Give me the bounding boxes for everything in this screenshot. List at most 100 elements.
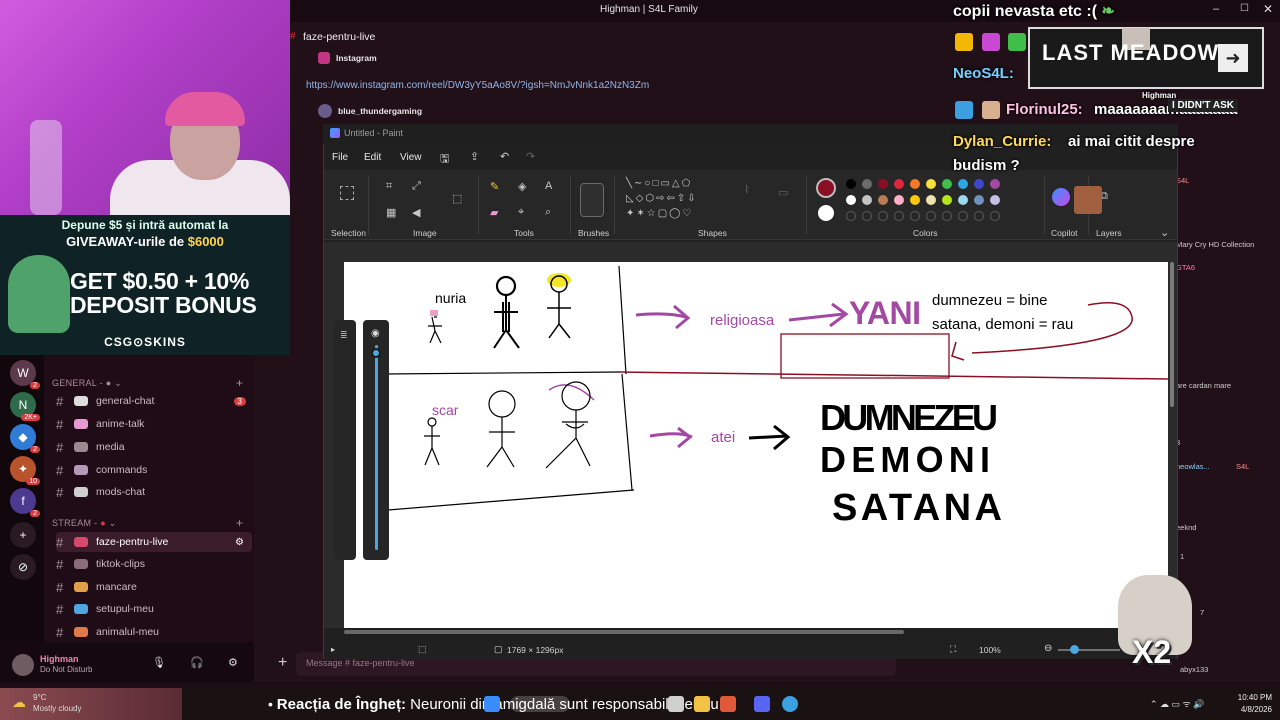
image-select-icon[interactable]: ▦ — [386, 206, 396, 219]
brush-opacity-slider[interactable] — [334, 320, 356, 560]
discord-icon[interactable] — [754, 696, 770, 712]
add-server-icon[interactable]: + — [10, 522, 36, 548]
palette-swatch[interactable] — [878, 179, 888, 189]
channel-commands[interactable]: # commands — [56, 460, 252, 480]
custom-color-slot[interactable] — [958, 211, 968, 221]
settings-gear-icon[interactable]: ⚙ — [235, 537, 244, 548]
custom-color-slot[interactable] — [926, 211, 936, 221]
channel-mancare[interactable]: # mancare — [56, 577, 252, 597]
shapes-gallery[interactable]: ╲∼○□▭△⬠ — [626, 178, 692, 189]
maximize-button[interactable]: ☐ — [1240, 3, 1249, 14]
palette-swatch[interactable] — [910, 179, 920, 189]
primary-color[interactable] — [816, 178, 836, 198]
copilot-icon[interactable] — [1052, 188, 1070, 206]
server-icon[interactable]: N 2K+ — [10, 392, 40, 421]
redo-icon[interactable]: ↷ — [526, 150, 535, 163]
message-author[interactable]: blue_thundergaming — [338, 106, 422, 116]
server-icon[interactable]: f2 — [10, 488, 40, 517]
task-view-icon[interactable] — [668, 696, 684, 712]
channel-animalul-meu[interactable]: # animalul-meu — [56, 622, 252, 642]
palette-swatch[interactable] — [862, 179, 872, 189]
custom-color-slot[interactable] — [878, 211, 888, 221]
clock-time[interactable]: 10:40 PM — [1232, 693, 1272, 702]
user-settings-gear-icon[interactable]: ⚙ — [228, 656, 238, 669]
category-stream[interactable]: STREAM - ● ⌄ — [52, 518, 117, 529]
channel-general-chat[interactable]: # general-chat 3 — [56, 391, 252, 411]
share-icon[interactable]: ⇪ — [470, 150, 479, 163]
menu-edit[interactable]: Edit — [364, 152, 381, 163]
channel-anime-talk[interactable]: # anime-talk — [56, 414, 252, 434]
tray-icons[interactable]: ⌃ ☁ ▭ ᯤ 🔊 — [1150, 697, 1204, 710]
add-channel-icon[interactable]: + — [236, 376, 243, 390]
brave-icon[interactable] — [720, 696, 736, 712]
palette-swatch[interactable] — [942, 195, 952, 205]
selection-icon[interactable] — [340, 186, 354, 200]
fill-style-icon[interactable]: ▭ — [778, 186, 788, 199]
brush-size-track[interactable] — [375, 345, 378, 550]
shapes-gallery-row3[interactable]: ✦✶☆▢◯♡ — [626, 208, 693, 219]
avatar[interactable] — [12, 654, 34, 676]
eraser-icon[interactable]: ▰ — [490, 206, 498, 219]
menu-view[interactable]: View — [400, 152, 422, 163]
zoom-slider-knob[interactable] — [1070, 645, 1079, 654]
clock-date[interactable]: 4/8/2026 — [1232, 705, 1272, 714]
channel-tiktok-clips[interactable]: # tiktok-clips — [56, 554, 252, 574]
custom-color-slot[interactable] — [942, 211, 952, 221]
resize-icon[interactable]: ⤢ — [412, 180, 421, 193]
secondary-color[interactable] — [818, 205, 834, 221]
minimize-button[interactable]: – — [1213, 3, 1219, 15]
save-icon[interactable]: 🖫 — [440, 150, 449, 169]
custom-color-slot[interactable] — [846, 211, 856, 221]
channel-faze-pentru-live[interactable]: # faze-pentru-live ⚙ — [56, 532, 252, 552]
palette-swatch[interactable] — [926, 179, 936, 189]
rotate-icon[interactable]: ◀ — [412, 206, 420, 219]
ribbon-collapse-icon[interactable]: ⌄ — [1160, 226, 1169, 239]
attach-plus-icon[interactable]: + — [278, 654, 287, 672]
menu-file[interactable]: File — [332, 152, 348, 163]
palette-swatch[interactable] — [862, 195, 872, 205]
category-general[interactable]: GENERAL - ● ⌄ — [52, 378, 122, 389]
channel-setupul-meu[interactable]: # setupul-meu — [56, 599, 252, 619]
palette-swatch[interactable] — [894, 195, 904, 205]
palette-swatch[interactable] — [894, 179, 904, 189]
custom-color-slot[interactable] — [974, 211, 984, 221]
zoom-slider[interactable] — [1058, 649, 1120, 651]
server-icon[interactable]: ◆ 2 — [10, 424, 40, 453]
message-link[interactable]: https://www.instagram.com/reel/DW3yY5aAo… — [306, 80, 649, 91]
avatar[interactable] — [318, 104, 332, 118]
undo-icon[interactable]: ↶ — [500, 150, 509, 163]
outline-icon[interactable]: ⌇ — [744, 183, 749, 196]
palette-swatch[interactable] — [990, 195, 1000, 205]
zoom-out-icon[interactable]: ⊖ — [1044, 643, 1052, 654]
add-channel-icon[interactable]: + — [236, 516, 243, 530]
zoom-level[interactable]: 100% — [979, 645, 1001, 655]
close-button[interactable]: ✕ — [1263, 2, 1273, 16]
weather-widget[interactable] — [0, 688, 182, 720]
palette-swatch[interactable] — [958, 195, 968, 205]
palette-swatch[interactable] — [878, 195, 888, 205]
windows-start-icon[interactable] — [484, 696, 500, 712]
drawing-canvas[interactable]: nuria scar religioasa YANI dumnezeu = bi… — [344, 262, 1168, 628]
custom-color-slot[interactable] — [862, 211, 872, 221]
microphone-icon[interactable]: 🎙 — [152, 656, 166, 669]
palette-swatch[interactable] — [974, 179, 984, 189]
palette-swatch[interactable] — [926, 195, 936, 205]
fill-icon[interactable]: ◈ — [518, 180, 526, 193]
text-icon[interactable]: A — [545, 180, 552, 192]
server-icon[interactable]: W2 — [10, 360, 40, 389]
palette-swatch[interactable] — [990, 179, 1000, 189]
palette-swatch[interactable] — [846, 195, 856, 205]
headphones-icon[interactable]: 🎧 — [190, 656, 204, 669]
vertical-scrollbar[interactable] — [1170, 262, 1174, 407]
server-icon[interactable]: ✦ 10 — [10, 456, 40, 485]
palette-swatch[interactable] — [942, 179, 952, 189]
magnifier-icon[interactable]: ⌕ — [545, 206, 551, 219]
color-picker-icon[interactable]: ⌖ — [518, 206, 524, 219]
app-icon[interactable] — [782, 696, 798, 712]
palette-swatch[interactable] — [974, 195, 984, 205]
channel-media[interactable]: # media — [56, 437, 252, 457]
palette-swatch[interactable] — [846, 179, 856, 189]
palette-swatch[interactable] — [958, 179, 968, 189]
shapes-gallery-row2[interactable]: ◺◇⬡⇨⇦⇧⇩ — [626, 193, 698, 204]
custom-color-slot[interactable] — [990, 211, 1000, 221]
